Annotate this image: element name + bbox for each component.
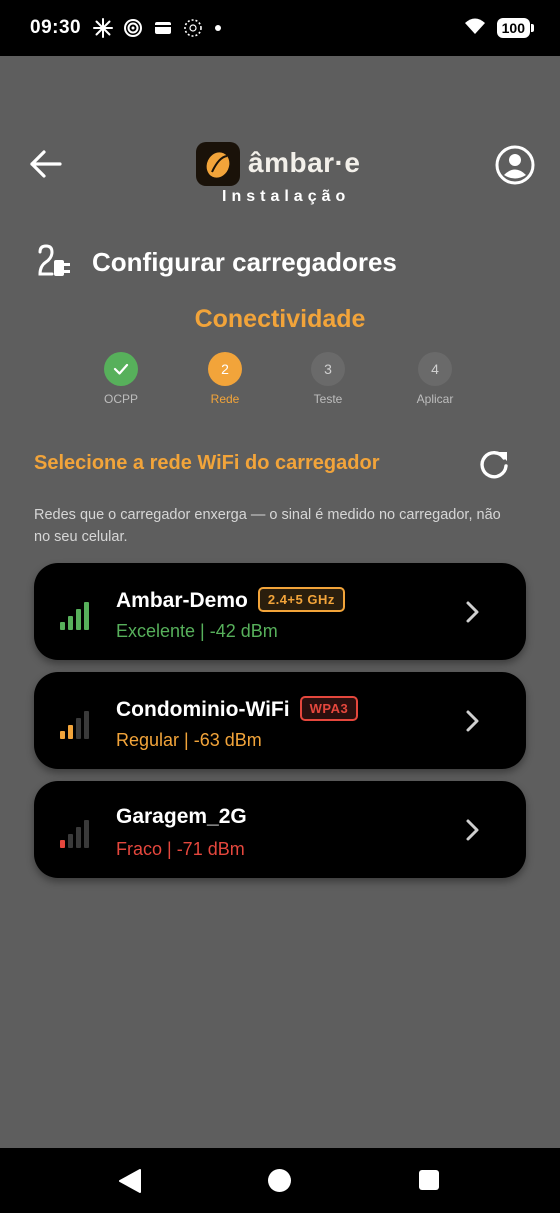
- back-arrow-icon: [30, 150, 62, 178]
- step-number: 3: [311, 352, 345, 386]
- spiral-icon: [123, 18, 143, 38]
- chevron-right-icon: [466, 819, 479, 841]
- network-status: Excelente | -42 dBm: [116, 621, 278, 641]
- page-title: Configurar carregadores: [92, 246, 397, 277]
- wifi-icon: [463, 16, 487, 41]
- step-number: 4: [418, 352, 452, 386]
- network-item[interactable]: Condominio-WiFi WPA3 Regular | -63 dBm: [34, 672, 526, 769]
- dotted-circle-icon: [183, 18, 203, 38]
- pinwheel-icon: [93, 18, 114, 38]
- section-title: Selecione a rede WiFi do carregador: [34, 452, 380, 474]
- back-button[interactable]: [28, 146, 64, 182]
- step-title: Conectividade: [194, 305, 366, 333]
- step-label: Rede: [210, 392, 240, 406]
- status-icons: [93, 18, 223, 38]
- profile-button[interactable]: [494, 144, 536, 186]
- network-name: Condominio-WiFi: [116, 698, 290, 721]
- page-title-row: Configurar carregadores: [36, 244, 397, 280]
- network-status: Regular | -63 dBm: [116, 730, 262, 750]
- amber-drop-icon: [196, 142, 240, 186]
- check-icon: [104, 352, 138, 386]
- nav-back-icon[interactable]: [118, 1168, 142, 1194]
- chevron-right-icon: [466, 601, 479, 623]
- step-teste: 3 Teste: [288, 352, 368, 406]
- app-logo: âmbar·e Instalação: [196, 142, 396, 212]
- network-name: Ambar-Demo: [116, 589, 248, 612]
- network-item[interactable]: Garagem_2G Fraco | -71 dBm: [34, 781, 526, 878]
- battery-icon: 100: [496, 18, 535, 38]
- step-label: OCPP: [103, 392, 138, 406]
- step-rede: 2 Rede: [185, 352, 265, 406]
- stepper: OCPP 2 Rede 3 Teste 4 Aplicar: [0, 352, 560, 412]
- network-name-row: Condominio-WiFi WPA3: [116, 696, 359, 722]
- dot-icon: [213, 18, 223, 38]
- signal-strength-icon: [60, 711, 89, 739]
- system-nav-bar: [0, 1148, 560, 1213]
- nav-recents-icon[interactable]: [419, 1170, 439, 1190]
- wallet-icon: [153, 18, 173, 38]
- network-security-badge: WPA3: [299, 696, 359, 721]
- network-item[interactable]: Ambar-Demo 2.4+5 GHz Excelente | -42 dBm: [34, 563, 526, 660]
- charger-plug-icon: [38, 244, 70, 276]
- network-band-badge: 2.4+5 GHz: [257, 587, 345, 612]
- battery-level: 100: [501, 20, 525, 36]
- refresh-button[interactable]: [476, 446, 512, 482]
- network-name: Garagem_2G: [116, 805, 247, 828]
- network-name-row: Garagem_2G: [116, 805, 247, 829]
- signal-strength-icon: [60, 820, 89, 848]
- app-subtitle: Instalação: [222, 188, 351, 205]
- signal-strength-icon: [60, 602, 89, 630]
- step-number: 2: [208, 352, 242, 386]
- step-label: Aplicar: [416, 392, 454, 406]
- app-name: âmbar·e: [248, 147, 361, 178]
- step-label: Teste: [313, 392, 343, 406]
- refresh-icon: [480, 451, 508, 479]
- step-ocpp: OCPP: [81, 352, 161, 406]
- network-name-row: Ambar-Demo 2.4+5 GHz: [116, 587, 345, 613]
- step-aplicar: 4 Aplicar: [395, 352, 475, 406]
- chevron-right-icon: [466, 710, 479, 732]
- network-status: Fraco | -71 dBm: [116, 839, 245, 859]
- account-circle-icon: [495, 145, 535, 185]
- status-bar: 09:30 100: [0, 0, 560, 56]
- section-hint: Redes que o carregador enxerga — o sinal…: [34, 507, 501, 545]
- status-time: 09:30: [30, 17, 82, 38]
- nav-home-icon[interactable]: [268, 1169, 291, 1192]
- status-right: 100: [463, 16, 535, 41]
